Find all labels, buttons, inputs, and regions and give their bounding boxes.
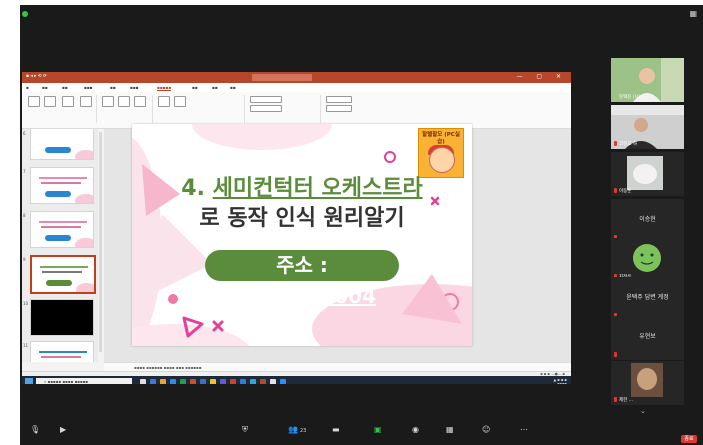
taskbar-app-icon[interactable] bbox=[150, 379, 156, 384]
participant-tile[interactable]: 이동훈 bbox=[611, 152, 684, 196]
reactions-icon[interactable]: ☺ bbox=[482, 425, 490, 434]
ribbon-button[interactable] bbox=[102, 96, 114, 107]
muted-mic-icon bbox=[614, 141, 617, 146]
ribbon-dropdown[interactable] bbox=[326, 105, 352, 112]
address-label: 주소 : bbox=[276, 253, 328, 277]
apps-icon[interactable]: ▦ bbox=[446, 425, 454, 434]
end-meeting-button[interactable]: 종료 bbox=[681, 435, 697, 443]
ribbon-button[interactable] bbox=[134, 96, 146, 107]
ribbon-button[interactable] bbox=[44, 96, 56, 107]
taskbar-app-icon[interactable] bbox=[140, 379, 146, 384]
badge-text: 할렐할모 (PC실습) bbox=[422, 132, 460, 145]
slide-title-number: 4. bbox=[181, 176, 213, 201]
windows-taskbar: ⌕ ▪▪▪▪▪ ▪▪▪▪ ▪▪▪▪▪ ▲ ▪ ▪ ▪ ▪▪▪▪ bbox=[22, 376, 571, 384]
share-screen-icon[interactable]: ▣ bbox=[374, 425, 382, 434]
record-icon[interactable]: ◉ bbox=[412, 425, 419, 434]
connection-status-icon bbox=[22, 11, 28, 17]
participant-label: 고현교 하 bbox=[619, 142, 637, 147]
course-badge: 할렐할모 (PC실습) bbox=[418, 128, 464, 178]
address-pill: 주소 : bit.ly/aiai004 bbox=[205, 250, 399, 308]
participants-panel: 문택진 (나) 고현교 하 이동훈 이승현 윤택주 답변 계정 유현보 제한 .… bbox=[611, 58, 684, 420]
slide-thumbnail[interactable] bbox=[30, 341, 94, 362]
slide-thumbnail-pane: 6 7 8 9 10 11 bbox=[22, 129, 98, 362]
slide-thumbnail-selected[interactable] bbox=[30, 255, 96, 294]
slide-title: 4. 세미컨턱터 오케스트라 로 동작 인식 원리알기 bbox=[132, 174, 472, 234]
participant-tile[interactable]: 고현교 하 bbox=[611, 105, 684, 149]
video-icon[interactable]: ▶ bbox=[60, 425, 66, 434]
title-search-box[interactable] bbox=[252, 74, 312, 81]
thumbnail-scrollbar[interactable] bbox=[99, 132, 102, 352]
ribbon-dropdown[interactable] bbox=[250, 96, 282, 103]
security-icon[interactable]: ⛨ bbox=[242, 425, 248, 435]
meeting-toolbar: 🎙 ▶ ⛨ 👥 23 ▬ ▣ ◉ ▦ ☺ ⋯ 종료 bbox=[20, 420, 703, 445]
taskbar-search[interactable]: ⌕ ▪▪▪▪▪ ▪▪▪▪ ▪▪▪▪▪ bbox=[36, 378, 132, 384]
taskbar-app-icon[interactable] bbox=[180, 379, 186, 384]
ribbon-button[interactable] bbox=[158, 96, 170, 107]
muted-mic-icon bbox=[614, 188, 617, 193]
slide-title-line2: 로 동작 인식 원리알기 bbox=[199, 206, 405, 231]
muted-mic-icon bbox=[614, 352, 617, 357]
participant-name: 유현보 bbox=[639, 333, 656, 340]
participant-label: 문택진 (나) bbox=[619, 95, 641, 100]
ribbon-button[interactable] bbox=[28, 96, 40, 107]
taskbar-app-icon[interactable] bbox=[230, 379, 236, 384]
zoom-meeting-window: ▦ ▪ ◂ ▸ ⟲ ⟳ — ▢ ✕ ▪ ▪▪ ▪▪ ▪▪▪ ▪▪ ▪▪▪ ▪▪▪… bbox=[20, 5, 703, 445]
chat-icon[interactable]: ▬ bbox=[332, 425, 340, 434]
window-controls[interactable]: — ▢ ✕ bbox=[516, 73, 567, 80]
slide-thumbnail[interactable] bbox=[30, 299, 94, 336]
participant-label: 이동훈 bbox=[619, 189, 632, 194]
taskbar-app-icon[interactable] bbox=[160, 379, 166, 384]
participant-name: 이승현 bbox=[639, 216, 656, 223]
participants-icon[interactable]: 👥 23 bbox=[288, 425, 306, 434]
slide-thumbnail[interactable] bbox=[30, 167, 94, 204]
shared-screen: ▪ ◂ ▸ ⟲ ⟳ — ▢ ✕ ▪ ▪▪ ▪▪ ▪▪▪ ▪▪ ▪▪▪ ▪▪▪▪▪… bbox=[22, 72, 571, 384]
mic-icon[interactable]: 🎙 bbox=[30, 425, 40, 434]
taskbar-app-icon[interactable] bbox=[210, 379, 216, 384]
gallery-view-icon[interactable]: ▦ bbox=[689, 9, 697, 18]
system-tray[interactable]: ▲ ▪ ▪ ▪ ▪▪▪▪ bbox=[554, 378, 568, 384]
participant-label: 제한 ... bbox=[619, 398, 634, 403]
chevron-down-icon[interactable]: ⌄ bbox=[640, 407, 650, 415]
participant-name: 윤택주 답변 계정 bbox=[626, 294, 669, 301]
address-url[interactable]: bit.ly/aiai004 bbox=[228, 284, 376, 308]
ribbon-button[interactable] bbox=[118, 96, 130, 107]
ribbon-button[interactable] bbox=[62, 96, 74, 107]
slide-title-main: 세미컨턱터 오케스트라 bbox=[212, 176, 423, 201]
taskbar-app-icon[interactable] bbox=[190, 379, 196, 384]
participants-count: 23 bbox=[299, 428, 307, 434]
muted-mic-icon bbox=[614, 397, 617, 402]
powerpoint-titlebar: ▪ ◂ ▸ ⟲ ⟳ — ▢ ✕ bbox=[22, 72, 571, 83]
ribbon-button[interactable] bbox=[174, 96, 186, 107]
ribbon-dropdown[interactable] bbox=[326, 96, 352, 103]
windows-start-icon[interactable] bbox=[25, 378, 33, 384]
taskbar-app-icon[interactable] bbox=[200, 379, 206, 384]
participant-tile[interactable]: 이승현 bbox=[611, 199, 684, 243]
participant-tile[interactable]: 제한 ... bbox=[611, 361, 684, 405]
taskbar-app-icon[interactable] bbox=[170, 379, 176, 384]
taskbar-app-icon[interactable] bbox=[260, 379, 266, 384]
taskbar-app-icon[interactable] bbox=[240, 379, 246, 384]
participant-tile[interactable]: 유현보 bbox=[611, 316, 684, 360]
taskbar-app-icon[interactable] bbox=[250, 379, 256, 384]
participant-tile[interactable]: 문택진 (나) bbox=[611, 58, 684, 102]
ribbon-dropdown[interactable] bbox=[250, 105, 282, 112]
character-face-icon bbox=[429, 147, 455, 173]
participant-tile[interactable]: 지정은 bbox=[611, 238, 684, 282]
current-slide: 할렐할모 (PC실습) 4. 세미컨턱터 오케스트라 로 동작 인식 원리알기 … bbox=[132, 124, 472, 346]
taskbar-app-icon[interactable] bbox=[220, 379, 226, 384]
more-icon[interactable]: ⋯ bbox=[520, 425, 528, 434]
ribbon-tab-active[interactable]: ▪▪▪▪▪ bbox=[157, 85, 172, 91]
slide-thumbnail[interactable] bbox=[30, 211, 94, 248]
ribbon-button[interactable] bbox=[80, 96, 92, 107]
participant-tile[interactable]: 윤택주 답변 계정 bbox=[611, 277, 684, 321]
slide-thumbnail[interactable] bbox=[30, 129, 94, 160]
taskbar-app-icon[interactable] bbox=[280, 379, 286, 384]
taskbar-app-icon[interactable] bbox=[270, 379, 276, 384]
